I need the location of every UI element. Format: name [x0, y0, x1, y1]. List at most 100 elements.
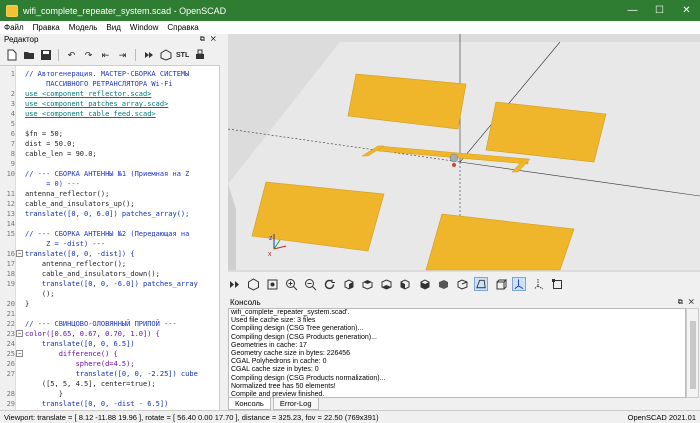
- menu-file[interactable]: Файл: [4, 23, 24, 32]
- undo-icon[interactable]: ↶: [65, 49, 78, 62]
- view-diagonal-icon[interactable]: [455, 277, 469, 291]
- toolbar-separator: [135, 49, 136, 61]
- code-text: use <component_cable_feed.scad>: [25, 110, 156, 118]
- show-scale-markers-icon[interactable]: [531, 277, 545, 291]
- app-version: OpenSCAD 2021.01: [627, 412, 696, 422]
- editor-title: Редактор: [4, 35, 39, 44]
- view-bottom-icon[interactable]: [379, 277, 393, 291]
- zoom-in-icon[interactable]: [284, 277, 298, 291]
- minimize-button[interactable]: —: [619, 0, 646, 21]
- code-text: cable_len = 90.0;: [25, 150, 97, 158]
- line-number: 13: [6, 210, 15, 218]
- view-right-icon[interactable]: [341, 277, 355, 291]
- code-text: = 0) ---: [25, 180, 80, 188]
- line-number: 18: [6, 270, 15, 278]
- view-back-icon[interactable]: [436, 277, 450, 291]
- perspective-icon[interactable]: [474, 277, 488, 291]
- render-cube-icon[interactable]: [159, 49, 172, 62]
- preview-icon[interactable]: [142, 49, 155, 62]
- tab-console[interactable]: Консоль: [228, 398, 271, 410]
- svg-text:z: z: [269, 235, 273, 242]
- code-text: $fn = 50;: [25, 130, 63, 138]
- console-line: wifi_complete_repeater_system.scad'.: [231, 309, 350, 316]
- preview-icon[interactable]: [227, 277, 241, 291]
- line-number: 4: [10, 110, 15, 118]
- editor-panel-header: Редактор ⧉ ✕: [0, 34, 222, 45]
- line-number: 28: [6, 390, 15, 398]
- cable-core: [452, 163, 456, 167]
- console-line: Normalized tree has 50 elements!: [231, 382, 336, 390]
- fold-toggle-icon[interactable]: −: [16, 350, 23, 357]
- line-number: 3: [10, 100, 15, 108]
- code-text: // Автогенерация. МАСТЕР-СБОРКА СИСТЕМЫ: [25, 70, 190, 78]
- open-file-icon[interactable]: [22, 49, 35, 62]
- show-edges-icon[interactable]: [550, 277, 564, 291]
- menu-design[interactable]: Модель: [69, 23, 98, 32]
- fold-toggle-icon[interactable]: −: [16, 330, 23, 337]
- send-to-print-icon[interactable]: [193, 49, 206, 62]
- line-number: 16: [6, 250, 15, 258]
- console-line: Compiling design (CSG Tree generation)..…: [231, 325, 364, 333]
- indent-icon[interactable]: ⇥: [116, 49, 129, 62]
- view-top-icon[interactable]: [360, 277, 374, 291]
- code-text: cable_and_insulators_down();: [25, 270, 160, 278]
- save-file-icon[interactable]: [39, 49, 52, 62]
- console-line: CGAL Polyhedrons in cache: 0: [231, 358, 327, 366]
- viewport-toolbar: [224, 272, 700, 296]
- code-text: use <component_reflector.scad>: [25, 90, 152, 98]
- line-number: 6: [10, 130, 15, 138]
- menu-edit[interactable]: Правка: [33, 23, 60, 32]
- line-number: 19: [6, 280, 15, 288]
- orthogonal-icon[interactable]: [493, 277, 507, 291]
- code-text: antenna_reflector();: [25, 190, 110, 198]
- code-text: sphere(d=4.5);: [25, 360, 135, 368]
- menu-window[interactable]: Window: [130, 23, 158, 32]
- fold-toggle-icon[interactable]: −: [16, 250, 23, 257]
- view-front-icon[interactable]: [417, 277, 431, 291]
- scrollbar-thumb[interactable]: [690, 321, 696, 389]
- console-scrollbar[interactable]: [686, 308, 699, 398]
- code-text: // --- СБОРКА АНТЕННЫ №1 (Приемная на Z: [25, 170, 190, 178]
- render-cube-icon[interactable]: [246, 277, 260, 291]
- reset-view-icon[interactable]: [322, 277, 336, 291]
- redo-icon[interactable]: ↷: [82, 49, 95, 62]
- line-number: 15: [6, 230, 15, 238]
- editor-panel-controls[interactable]: ⧉ ✕: [200, 36, 218, 44]
- code-text: translate([0, 0, 6.0]) patches_array();: [25, 210, 190, 218]
- code-text: }: [25, 390, 63, 398]
- code-text: // --- СБОРКА АНТЕННЫ №2 (Передающая на: [25, 230, 190, 238]
- tab-error-log[interactable]: Error-Log: [272, 398, 319, 410]
- line-number: 22: [6, 320, 15, 328]
- export-stl-button[interactable]: STL: [176, 49, 189, 62]
- panel-splitter[interactable]: [220, 34, 228, 410]
- line-number: 7: [10, 140, 15, 148]
- new-file-icon[interactable]: [5, 49, 18, 62]
- line-number: 20: [6, 300, 15, 308]
- code-editor[interactable]: 1 // Автогенерация. МАСТЕР-СБОРКА СИСТЕМЫ…: [0, 66, 220, 410]
- code-text: color([0.65, 0.67, 0.70, 1.0]) {: [25, 330, 160, 338]
- view-left-icon[interactable]: [398, 277, 412, 291]
- line-number: 5: [10, 120, 15, 128]
- close-button[interactable]: ✕: [673, 0, 700, 21]
- menu-bar: Файл Правка Модель Вид Window Справка: [0, 21, 700, 34]
- line-number: 27: [6, 370, 15, 378]
- console-line: Compile and preview finished.: [231, 391, 325, 398]
- unindent-icon[interactable]: ⇤: [99, 49, 112, 62]
- console-panel-controls[interactable]: ⧉ ✕: [678, 299, 696, 307]
- code-text: translate([0, 0, 6.5]): [25, 340, 135, 348]
- line-number: 26: [6, 360, 15, 368]
- code-text: dist = 50.0;: [25, 140, 76, 148]
- title-bar: wifi_complete_repeater_system.scad - Ope…: [0, 0, 700, 21]
- view-all-icon[interactable]: [265, 277, 279, 291]
- menu-help[interactable]: Справка: [167, 23, 198, 32]
- code-text: // --- СВИНЦОВО-ОЛОВЯННЫЙ ПРИПОЙ ---: [25, 320, 177, 328]
- code-text: use <component_patches_array.scad>: [25, 100, 169, 108]
- console-panel-header: Консоль ⧉ ✕: [226, 297, 700, 308]
- line-number: 24: [6, 340, 15, 348]
- zoom-out-icon[interactable]: [303, 277, 317, 291]
- console-line: Geometry cache size in bytes: 226456: [231, 350, 351, 358]
- show-axes-icon[interactable]: [512, 277, 526, 291]
- 3d-viewport[interactable]: z x: [228, 34, 700, 272]
- maximize-button[interactable]: ☐: [646, 0, 673, 21]
- menu-view[interactable]: Вид: [106, 23, 120, 32]
